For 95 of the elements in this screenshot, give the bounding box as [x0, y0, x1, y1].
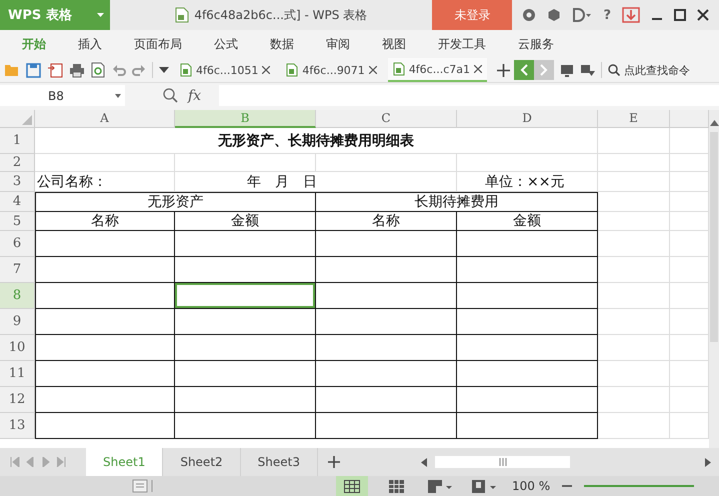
document-tab[interactable]: 4f6c...c7a1 — [388, 58, 488, 82]
table-cell: 名称 — [35, 212, 175, 231]
row-header[interactable]: 2 — [0, 154, 35, 172]
table-cell: 名称 — [316, 212, 457, 231]
close-icon[interactable] — [368, 66, 377, 74]
column-header[interactable]: E — [598, 110, 670, 128]
undo-icon[interactable] — [112, 64, 126, 76]
table-cell — [598, 335, 670, 361]
spreadsheet-icon — [392, 62, 405, 76]
caret-icon — [115, 94, 121, 98]
row-header[interactable]: 4 — [0, 192, 35, 212]
row-header[interactable]: 9 — [0, 309, 35, 335]
table-cell: 单位：××元 — [457, 172, 598, 192]
row-header[interactable]: 10 — [0, 335, 35, 361]
table-cell: 金额 — [175, 212, 316, 231]
row-header[interactable]: 11 — [0, 361, 35, 387]
row-header[interactable]: 12 — [0, 387, 35, 413]
scrollbar-thumb[interactable] — [435, 456, 570, 468]
zoom-level: 100 % — [512, 479, 550, 493]
menu-tab[interactable]: 数据 — [260, 36, 304, 52]
menu-tab[interactable]: 开发工具 — [428, 36, 496, 52]
triangle-icon — [22, 115, 32, 125]
row-header[interactable]: 1 — [0, 128, 35, 154]
sheet-tab[interactable]: Sheet1 — [86, 448, 164, 476]
column-header[interactable]: C — [316, 110, 457, 128]
menu-tab[interactable]: 公式 — [204, 36, 248, 52]
table-cell: 无形资产 — [35, 192, 316, 212]
row-header[interactable]: 13 — [0, 413, 35, 439]
menu-tab[interactable]: 云服务 — [508, 36, 564, 52]
spreadsheet-icon — [286, 63, 298, 77]
table-cell: 年 月 日 — [175, 172, 457, 192]
add-tab-icon[interactable] — [497, 64, 510, 76]
function-button[interactable]: fx — [188, 88, 202, 104]
row-header[interactable]: 7 — [0, 257, 35, 283]
redo-icon[interactable] — [132, 64, 146, 76]
table-cell — [598, 128, 670, 154]
table-cell — [598, 387, 670, 413]
maximize-icon[interactable] — [674, 9, 686, 21]
menu-tab[interactable]: 视图 — [372, 36, 416, 52]
table-cell — [598, 192, 670, 212]
hexagon-icon[interactable] — [547, 8, 562, 22]
row-header[interactable]: 5 — [0, 212, 35, 231]
column-header[interactable]: A — [35, 110, 175, 128]
table-cell: 公司名称： — [35, 172, 175, 192]
menu-tab[interactable]: 页面布局 — [124, 36, 192, 52]
table-cell — [598, 257, 670, 283]
table-cell — [598, 361, 670, 387]
search-icon — [608, 64, 620, 76]
dropdown-icon[interactable] — [159, 67, 169, 73]
chevron-left-icon — [520, 64, 528, 76]
add-sheet-icon[interactable] — [328, 456, 340, 468]
spreadsheet-icon — [175, 7, 190, 23]
caret-icon — [97, 13, 104, 17]
close-icon[interactable] — [697, 9, 709, 21]
scroll-up-icon[interactable] — [710, 120, 718, 126]
table-cell: 金额 — [457, 212, 598, 231]
frame-icon — [428, 480, 452, 492]
table-cell — [598, 231, 670, 257]
name-box[interactable]: B8 — [0, 85, 125, 106]
window-title: 4f6c48a2b6c...式] - WPS 表格 — [194, 6, 368, 24]
app-name: WPS 表格 — [8, 7, 72, 24]
print-icon[interactable] — [69, 62, 85, 78]
close-icon[interactable] — [474, 65, 482, 73]
scroll-left-icon[interactable] — [421, 458, 427, 466]
menu-tab[interactable]: 审阅 — [316, 36, 360, 52]
magnifier-icon[interactable] — [163, 88, 178, 103]
table-cell: 无形资产、长期待摊费用明细表 — [35, 128, 598, 154]
grid-icon — [344, 480, 360, 492]
table-cell — [598, 212, 670, 231]
chevron-right-icon — [540, 64, 548, 76]
table-cell — [598, 172, 670, 192]
table-cell — [598, 413, 670, 439]
login-button[interactable]: 未登录 — [432, 0, 512, 30]
scroll-right-icon[interactable] — [705, 458, 711, 466]
column-header[interactable]: D — [457, 110, 598, 128]
document-tab[interactable]: 4f6c...9071 — [281, 58, 382, 82]
normal-view-button[interactable] — [336, 476, 368, 496]
row-header[interactable]: 3 — [0, 172, 35, 192]
save-icon[interactable] — [26, 62, 41, 78]
close-icon[interactable] — [262, 66, 270, 74]
help-button[interactable]: ? — [603, 8, 611, 22]
monitor-icon[interactable] — [560, 64, 574, 76]
table-cell — [598, 283, 670, 309]
grip-icon — [498, 458, 508, 466]
menu-tab[interactable]: 插入 — [68, 36, 112, 52]
print-preview-icon[interactable] — [91, 62, 106, 78]
table-cell — [598, 154, 670, 172]
grid-icon — [388, 480, 404, 492]
command-search[interactable]: 点此查找命令 — [608, 62, 690, 78]
spreadsheet-icon — [180, 63, 192, 77]
row-header[interactable]: 6 — [0, 231, 35, 257]
table-cell — [598, 309, 670, 335]
download-icon[interactable] — [622, 7, 640, 23]
table-cell: 长期待摊费用 — [316, 192, 598, 212]
document-tab[interactable]: 4f6c...1051 — [175, 58, 276, 82]
